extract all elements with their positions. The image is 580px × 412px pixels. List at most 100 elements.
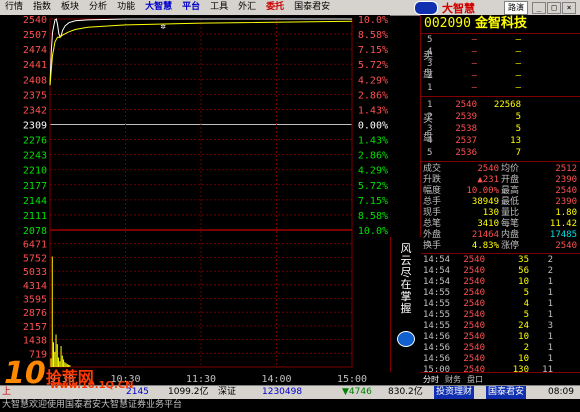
- menu-index[interactable]: 指数: [28, 0, 56, 15]
- menu-tools[interactable]: 工具: [205, 0, 233, 15]
- pct-tick-label: 10.0%: [358, 226, 388, 237]
- pct-tick-label: 8.58%: [358, 30, 388, 41]
- tick-row: 14:54 2540 56 2: [421, 266, 580, 277]
- tab-intraday[interactable]: 分时: [420, 374, 442, 385]
- sell-level-volume: —: [515, 59, 521, 69]
- stock-name: 金智科技: [474, 16, 527, 31]
- tick-price: 2540: [463, 299, 485, 309]
- tab-handicap[interactable]: 盘口: [464, 374, 486, 385]
- volume-tick-label: 719: [29, 349, 47, 360]
- stat-value: 11.42: [549, 219, 577, 229]
- tick-row: 14:54 2540 35 2: [421, 255, 580, 266]
- tick-time: 14:54: [423, 277, 451, 287]
- stat-row: 外盘 21464 内盘 17485: [421, 230, 580, 241]
- route-button[interactable]: 路演: [504, 1, 528, 15]
- stat-value: 21464: [471, 230, 499, 240]
- sell-level-row[interactable]: 5 — —: [421, 34, 580, 46]
- limit-up-star-icon: ✲: [161, 22, 166, 32]
- buy-level-row[interactable]: 1 2540 22568: [421, 99, 580, 111]
- sell-level-price: —: [471, 59, 477, 69]
- pct-tick-label: 7.15%: [358, 45, 388, 56]
- status-sz-label: 深证: [218, 387, 237, 397]
- pct-tick-label: 1.43%: [358, 105, 388, 116]
- sell-level-volume: —: [515, 71, 521, 81]
- menu-analysis[interactable]: 分析: [84, 0, 112, 15]
- panel-tabs: 分时 财务 盘口: [420, 372, 580, 386]
- menu-trade[interactable]: 委托: [261, 0, 289, 15]
- tick-count: 1: [547, 354, 553, 364]
- sell-level-row[interactable]: 4— —: [421, 46, 580, 58]
- tick-price: 2540: [463, 321, 485, 331]
- tick-time: 14:54: [423, 255, 451, 265]
- menu-quotes[interactable]: 行情: [0, 0, 28, 15]
- stock-title: 002090 金智科技: [421, 15, 580, 34]
- stat-label: 涨停: [501, 241, 520, 251]
- sell-level-row[interactable]: 3— —: [421, 58, 580, 70]
- price-tick-label: 2078: [23, 226, 47, 237]
- sell-level-row[interactable]: 1— —: [421, 82, 580, 94]
- buy-level-price: 2537: [455, 136, 477, 146]
- intraday-chart[interactable]: 2540 10.0% 2507 8.58% 2474 7.15% 2441 5.72% 2408…: [0, 15, 390, 385]
- volume-tick-label: 5033: [23, 267, 47, 278]
- minimize-button[interactable]: _: [532, 2, 546, 14]
- tick-row: 14:54 2540 10 1: [421, 277, 580, 288]
- tick-time: 14:54: [423, 266, 451, 276]
- tick-row: 14:55 2540 5 1: [421, 288, 580, 299]
- tick-row: 14:55 2540 4 1: [421, 299, 580, 310]
- stat-label: 最低: [501, 197, 520, 207]
- buy-level-price: 2539: [455, 112, 477, 122]
- pct-tick-label: 2.86%: [358, 151, 388, 162]
- sell-level-row[interactable]: 2— —: [421, 70, 580, 82]
- stat-row: 总手 38949 最低 2390: [421, 197, 580, 208]
- menu-function[interactable]: 功能: [112, 0, 140, 15]
- tick-count: 2: [547, 255, 553, 265]
- menu-sector[interactable]: 板块: [56, 0, 84, 15]
- menu-gtja[interactable]: 国泰君安: [289, 0, 335, 15]
- menu-forex[interactable]: 外汇: [233, 0, 261, 15]
- buy-level-row[interactable]: 3 2538 5: [421, 123, 580, 135]
- tick-volume: 10: [518, 354, 529, 364]
- brand-name: 大智慧: [442, 1, 475, 15]
- buy-level-row[interactable]: 4 2537 13: [421, 135, 580, 147]
- ad-strip[interactable]: 风云尽在掌握: [390, 237, 421, 372]
- close-button[interactable]: ×: [562, 2, 576, 14]
- tab-finance[interactable]: 财务: [442, 374, 464, 385]
- tick-time: 14:55: [423, 299, 451, 309]
- maximize-button[interactable]: □: [547, 2, 561, 14]
- volume-tick-label: 1438: [23, 336, 47, 347]
- sell-level-index: 5: [427, 35, 433, 45]
- stat-row: 成交 2540 均价 2512: [421, 164, 580, 175]
- tick-price: 2540: [463, 255, 485, 265]
- price-tick-label: 2111: [23, 211, 47, 222]
- tick-price: 2540: [463, 310, 485, 320]
- tick-volume: 24: [518, 321, 529, 331]
- status-invest-link[interactable]: 投资理财: [434, 386, 475, 399]
- pct-tick-label: 1.43%: [358, 136, 388, 147]
- tick-time: 14:56: [423, 354, 451, 364]
- pct-tick-label: 2.86%: [358, 90, 388, 101]
- price-tick-label: 2408: [23, 75, 47, 86]
- buy-level-row[interactable]: 5 2536 7: [421, 147, 580, 159]
- tick-row: 14:56 2540 2 1: [421, 343, 580, 354]
- tick-volume: 5: [523, 288, 529, 298]
- stat-label: 升跌: [423, 175, 442, 185]
- tick-price: 2540: [463, 354, 485, 364]
- tick-count: 1: [547, 343, 553, 353]
- status-broker-link[interactable]: 国泰君安: [486, 386, 527, 399]
- menu-platform[interactable]: 平台: [177, 0, 205, 15]
- status-sh-index: 2145: [126, 387, 149, 397]
- stat-value: 2390: [555, 197, 577, 207]
- tick-time: 14:56: [423, 332, 451, 342]
- stat-value: 2390: [555, 175, 577, 185]
- stat-label: 总手: [423, 197, 442, 207]
- volume-tick-label: 5752: [23, 253, 47, 264]
- tick-price: 2540: [463, 266, 485, 276]
- tick-price: 2540: [463, 288, 485, 298]
- status-market: 上: [2, 387, 12, 397]
- stat-value: 10.00%: [466, 186, 499, 196]
- menu-dzh[interactable]: 大智慧: [140, 0, 177, 15]
- time-tick-label: 10:30: [110, 374, 140, 385]
- buy-side-label: 买盘: [423, 114, 433, 143]
- volume-tick-label: 2157: [23, 322, 47, 333]
- buy-level-row[interactable]: 2 2539 5: [421, 111, 580, 123]
